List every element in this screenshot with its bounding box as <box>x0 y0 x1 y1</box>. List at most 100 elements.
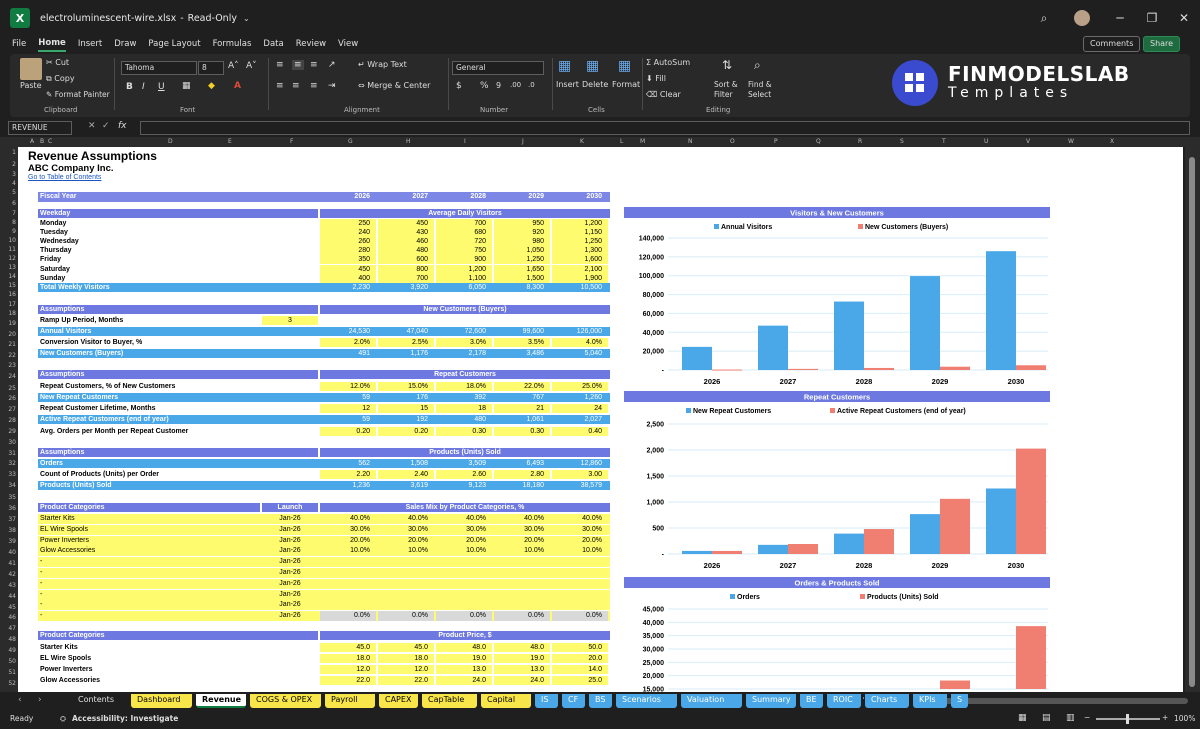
find-button[interactable]: Find & <box>748 80 772 89</box>
cell-value[interactable]: 20.0% <box>378 536 434 545</box>
decrease-font-icon[interactable]: A˅ <box>246 61 257 71</box>
cut-button[interactable]: ✂ Cut <box>46 58 69 67</box>
cell-value[interactable] <box>320 568 376 577</box>
align-bottom-icon[interactable]: ≡ <box>310 60 318 70</box>
cell-value[interactable]: 38,579 <box>552 481 608 490</box>
cell-value[interactable]: 10.0% <box>320 546 376 555</box>
row-header[interactable]: 42 <box>8 571 16 578</box>
row-header[interactable]: 32 <box>8 460 16 467</box>
launch-date[interactable]: Jan-26 <box>262 568 318 577</box>
cell-value[interactable]: 700 <box>378 274 434 283</box>
cell-value[interactable]: 0.30 <box>494 427 550 436</box>
cell-value[interactable]: 3.0% <box>436 338 492 347</box>
cell-value[interactable]: 2,178 <box>436 349 492 358</box>
cell-value[interactable]: 20.0% <box>436 536 492 545</box>
column-header[interactable]: A <box>30 138 34 145</box>
cell-value[interactable]: 720 <box>436 237 492 246</box>
cell-value[interactable]: 12.0 <box>378 665 434 674</box>
row-header[interactable]: 51 <box>8 669 16 676</box>
cell-value[interactable]: 460 <box>378 237 434 246</box>
vertical-scrollbar[interactable] <box>1185 147 1200 692</box>
paste-icon[interactable] <box>20 58 42 80</box>
row-header[interactable]: 24 <box>8 373 16 380</box>
insert-button[interactable]: Insert <box>556 80 579 89</box>
cell-value[interactable]: 2.20 <box>320 470 376 479</box>
cell-value[interactable]: 767 <box>494 393 550 402</box>
category-name[interactable]: - <box>40 579 42 588</box>
column-header[interactable]: S <box>900 138 904 145</box>
menu-view[interactable]: View <box>338 39 358 51</box>
cell-value[interactable]: 22.0 <box>320 676 376 685</box>
cell-value[interactable]: 6,493 <box>494 459 550 468</box>
cell-value[interactable]: 4.0% <box>552 338 608 347</box>
row-header[interactable]: 30 <box>8 439 16 446</box>
font-name-select[interactable]: Tahoma <box>121 61 197 75</box>
merge-center-button[interactable]: ⇔ Merge & Center <box>358 81 430 90</box>
cell-value[interactable]: 24,530 <box>320 327 376 336</box>
cell-value[interactable]: 10,500 <box>552 283 608 292</box>
wrap-text-button[interactable]: ↵ Wrap Text <box>358 60 407 69</box>
indent-icon[interactable]: ⇥ <box>328 81 336 91</box>
cell-value[interactable]: 30.0% <box>494 525 550 534</box>
row-header[interactable]: 13 <box>8 264 16 271</box>
cell-value[interactable]: 0.20 <box>320 427 376 436</box>
cell-value[interactable]: 1,061 <box>494 415 550 424</box>
cell-value[interactable]: 1,236 <box>320 481 376 490</box>
launch-date[interactable]: Jan-26 <box>262 590 318 599</box>
decrease-decimal-icon[interactable]: .0 <box>528 81 535 89</box>
cell-value[interactable]: 40.0% <box>552 514 608 523</box>
cell-value[interactable]: 1,650 <box>494 265 550 274</box>
sheet-tab-roic[interactable]: ROIC <box>827 694 861 708</box>
row-header[interactable]: 17 <box>8 301 16 308</box>
cell-value[interactable]: 1,150 <box>552 228 608 237</box>
row-header[interactable]: 15 <box>8 282 16 289</box>
accessibility-status[interactable]: Accessibility: Investigate <box>72 714 178 723</box>
delete-cells-icon[interactable]: ▦ <box>586 58 599 74</box>
cell-value[interactable]: 2,230 <box>320 283 376 292</box>
cell-value[interactable]: 3,509 <box>436 459 492 468</box>
formula-input[interactable] <box>140 121 1190 135</box>
sheet-tab-s[interactable]: S <box>951 694 968 708</box>
cell-value[interactable]: 2.5% <box>378 338 434 347</box>
cell-value[interactable] <box>552 590 608 599</box>
row-header[interactable]: 20 <box>8 331 16 338</box>
cell-value[interactable]: 13.0 <box>494 665 550 674</box>
cell-value[interactable]: 30.0% <box>320 525 376 534</box>
row-header[interactable]: 46 <box>8 614 16 621</box>
row-header[interactable]: 34 <box>8 482 16 489</box>
row-header[interactable]: 21 <box>8 341 16 348</box>
menu-formulas[interactable]: Formulas <box>213 39 252 51</box>
cell-value[interactable]: 45.0 <box>378 643 434 652</box>
italic-icon[interactable]: I <box>142 82 145 92</box>
column-header[interactable]: O <box>730 138 735 145</box>
sheet-tab-bs[interactable]: BS <box>589 694 612 708</box>
cell-value[interactable]: 12.0% <box>320 382 376 391</box>
cell-value[interactable] <box>436 579 492 588</box>
row-header[interactable]: 26 <box>8 395 16 402</box>
cell-value[interactable] <box>320 579 376 588</box>
launch-date[interactable]: Jan-26 <box>262 525 318 534</box>
column-header[interactable]: G <box>348 138 353 145</box>
cell-value[interactable]: 12.0 <box>320 665 376 674</box>
confirm-icon[interactable]: ✓ <box>102 121 110 131</box>
restore-icon[interactable]: ❐ <box>1136 11 1168 25</box>
launch-date[interactable]: Jan-26 <box>262 536 318 545</box>
cell-value[interactable] <box>378 557 434 566</box>
cell-value[interactable]: 45.0 <box>320 643 376 652</box>
row-header[interactable]: 40 <box>8 549 16 556</box>
category-name[interactable]: - <box>40 590 42 599</box>
column-header[interactable]: D <box>168 138 173 145</box>
column-header[interactable]: P <box>774 138 778 145</box>
row-header[interactable]: 45 <box>8 604 16 611</box>
menu-review[interactable]: Review <box>296 39 326 51</box>
row-header[interactable]: 9 <box>12 228 16 235</box>
cell-value[interactable]: 18 <box>436 404 492 413</box>
cell-value[interactable]: 3.5% <box>494 338 550 347</box>
cell-value[interactable]: 1,500 <box>494 274 550 283</box>
column-header[interactable]: R <box>858 138 862 145</box>
cell-value[interactable]: 18.0 <box>320 654 376 663</box>
cell-value[interactable]: 59 <box>320 415 376 424</box>
cell-value[interactable]: 6,050 <box>436 283 492 292</box>
launch-date[interactable]: Jan-26 <box>262 611 318 620</box>
cell-value[interactable]: 12 <box>320 404 376 413</box>
